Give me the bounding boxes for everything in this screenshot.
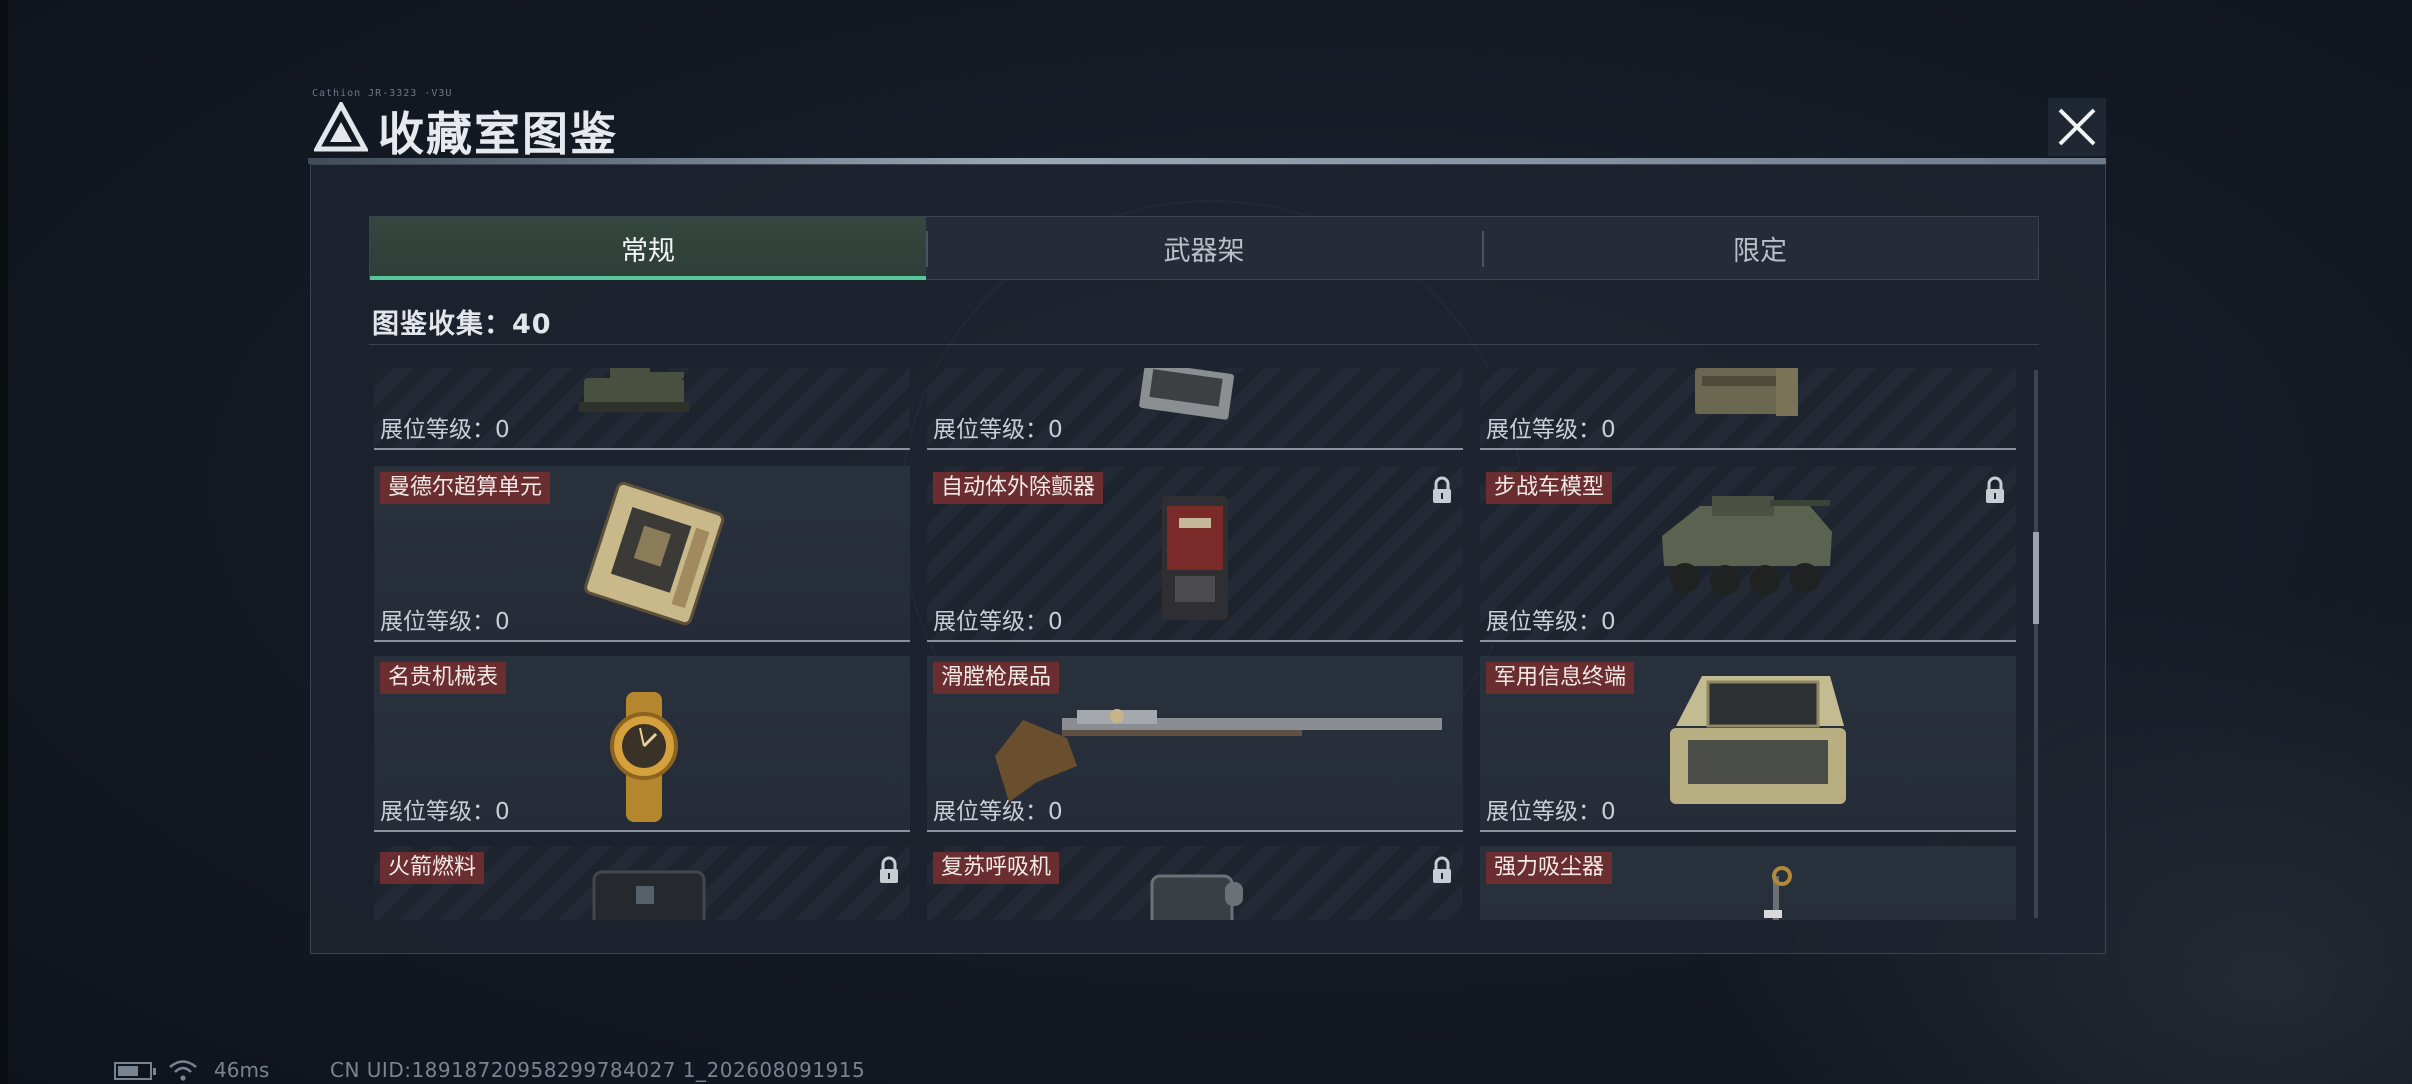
level-value: 0: [1048, 799, 1063, 825]
battery-level: [118, 1066, 138, 1076]
level-value: 0: [495, 417, 510, 443]
level-value: 0: [1601, 417, 1616, 443]
exhibit-card[interactable]: 火箭燃料: [374, 846, 910, 920]
lock-icon: [880, 856, 898, 883]
battery-icon: [114, 1062, 156, 1080]
window-header: Cathion JR-3323 ·V3U 收藏室图鉴: [300, 88, 2110, 162]
tab-separator: [1482, 231, 1484, 267]
exhibit-name: 火箭燃料: [380, 852, 485, 884]
player-uid: CN UID:18918720958299784027 1_2026080919…: [330, 1058, 866, 1082]
level-prefix: 展位等级：: [380, 417, 495, 443]
level-value: 0: [1048, 609, 1063, 635]
exhibit-card[interactable]: 展位等级：0: [1480, 368, 2016, 450]
level-value: 0: [495, 799, 510, 825]
exhibit-name: 名贵机械表: [380, 662, 507, 694]
tab-bar: 常规 武器架 限定: [369, 216, 2039, 280]
exhibit-card[interactable]: 曼德尔超算单元 展位等级：0: [374, 466, 910, 642]
section-divider: [369, 344, 2039, 345]
collection-count: 图鉴收集：40: [372, 309, 552, 340]
exhibit-level: 展位等级：0: [933, 410, 1063, 444]
level-value: 0: [1601, 799, 1616, 825]
tab-separator: [926, 231, 928, 267]
exhibit-level: 展位等级：0: [1486, 602, 1616, 636]
level-prefix: 展位等级：: [933, 417, 1048, 443]
exhibit-level: 展位等级：0: [380, 410, 510, 444]
level-prefix: 展位等级：: [380, 609, 495, 635]
exhibit-level: 展位等级：0: [380, 602, 510, 636]
level-value: 0: [1601, 609, 1616, 635]
lock-icon: [1433, 856, 1451, 883]
exhibit-card[interactable]: 强力吸尘器: [1480, 846, 2016, 920]
level-prefix: 展位等级：: [1486, 417, 1601, 443]
exhibit-card[interactable]: 军用信息终端 展位等级：0: [1480, 656, 2016, 832]
level-value: 0: [495, 609, 510, 635]
level-prefix: 展位等级：: [380, 799, 495, 825]
exhibit-name: 曼德尔超算单元: [380, 472, 551, 504]
exhibit-card[interactable]: 展位等级：0: [927, 368, 1463, 450]
level-prefix: 展位等级：: [933, 799, 1048, 825]
exhibit-name: 滑膛枪展品: [933, 662, 1060, 694]
page-title: 收藏室图鉴: [378, 107, 618, 161]
level-value: 0: [1048, 417, 1063, 443]
exhibit-card[interactable]: 滑膛枪展品展位等级：0: [927, 656, 1463, 832]
tab-label: 武器架: [1163, 235, 1245, 267]
close-button[interactable]: [2048, 98, 2106, 156]
scrollbar-thumb[interactable]: [2033, 532, 2039, 624]
level-prefix: 展位等级：: [1486, 609, 1601, 635]
exhibit-card[interactable]: 名贵机械表展位等级：0: [374, 656, 910, 832]
exhibit-card[interactable]: 步战车模型展位等级：0: [1480, 466, 2016, 642]
tab-weapon-rack[interactable]: 武器架: [926, 217, 1482, 279]
exhibit-level: 展位等级：0: [933, 602, 1063, 636]
exhibit-name: 复苏呼吸机: [933, 852, 1060, 884]
exhibit-card[interactable]: 自动体外除颤器 展位等级：0: [927, 466, 1463, 642]
exhibit-card[interactable]: 展位等级：0: [374, 368, 910, 450]
tab-label: 常规: [621, 235, 675, 267]
exhibit-card[interactable]: 复苏呼吸机: [927, 846, 1463, 920]
screen-edge: [0, 0, 8, 1084]
exhibit-name: 强力吸尘器: [1486, 852, 1613, 884]
ping-readout: 46ms: [214, 1058, 270, 1082]
exhibit-grid[interactable]: 展位等级：0 展位等级：0 展位等级：0 曼德尔超算单元 展位等级：0 自动体外除颤器 展位…: [374, 368, 2020, 920]
close-icon: [2048, 98, 2106, 156]
exhibit-name: 军用信息终端: [1486, 662, 1635, 694]
lock-icon: [1433, 476, 1451, 503]
wifi-icon: [169, 1060, 197, 1081]
level-prefix: 展位等级：: [1486, 799, 1601, 825]
tab-general[interactable]: 常规: [370, 217, 926, 280]
level-prefix: 展位等级：: [933, 609, 1048, 635]
lock-icon: [1986, 476, 2004, 503]
scrollbar-track[interactable]: [2034, 370, 2038, 918]
tab-label: 限定: [1733, 235, 1787, 267]
exhibit-name: 自动体外除颤器: [933, 472, 1104, 504]
exhibit-level: 展位等级：0: [933, 792, 1063, 826]
exhibit-level: 展位等级：0: [380, 792, 510, 826]
exhibit-level: 展位等级：0: [1486, 792, 1616, 826]
tab-limited[interactable]: 限定: [1482, 217, 2038, 279]
triangle-logo-icon: [314, 102, 368, 152]
exhibit-name: 步战车模型: [1486, 472, 1613, 504]
exhibit-level: 展位等级：0: [1486, 410, 1616, 444]
